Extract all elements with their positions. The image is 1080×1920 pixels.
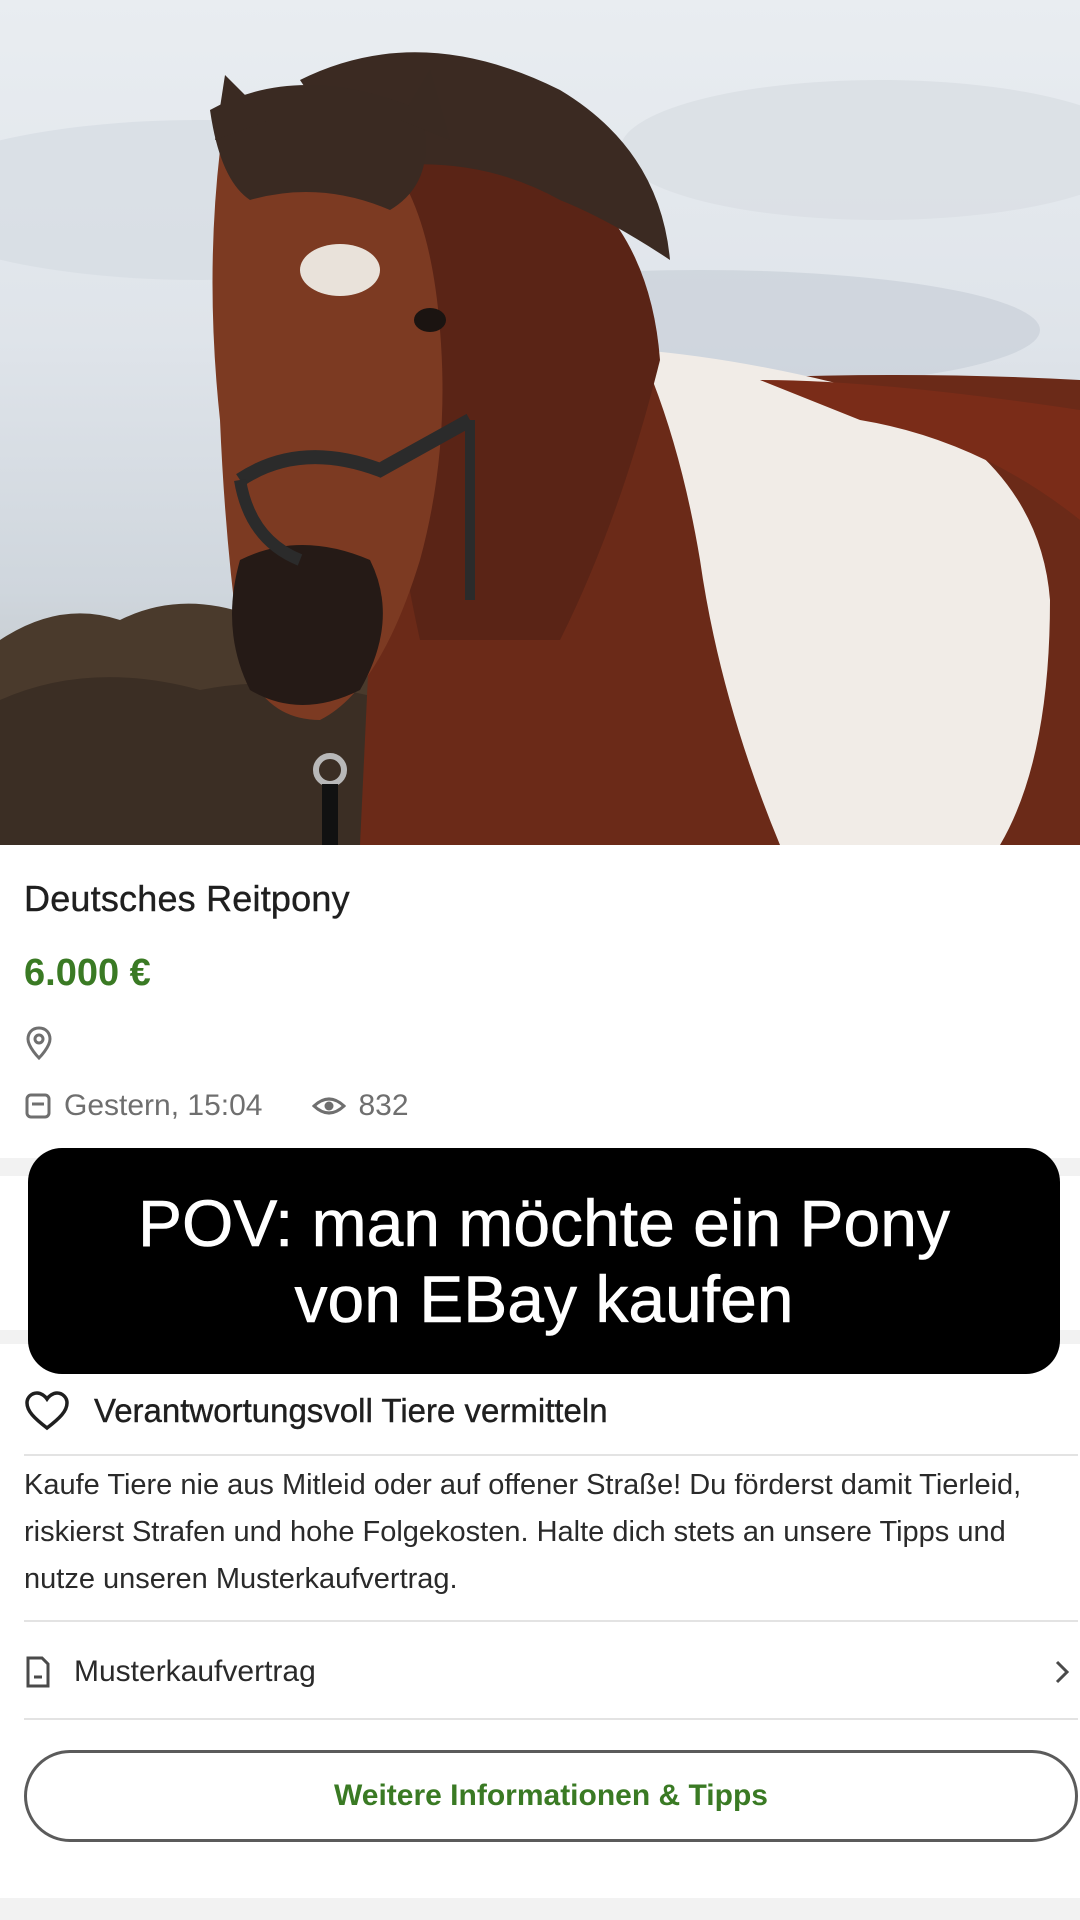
- divider-line: [24, 1620, 1078, 1622]
- caption-line-2: von EBay kaufen: [294, 1262, 794, 1337]
- document-icon: [26, 1656, 50, 1688]
- responsibility-heading: Verantwortungsvoll Tiere vermitteln: [94, 1392, 608, 1429]
- chevron-right-icon: [1055, 1660, 1070, 1684]
- more-info-tips-button[interactable]: Weitere Informationen & Tipps: [24, 1750, 1078, 1842]
- bottom-divider: [0, 1898, 1080, 1920]
- posted-date: Gestern, 15:04: [64, 1089, 263, 1122]
- listing-title: Deutsches Reitpony: [24, 878, 350, 919]
- listing-photo[interactable]: [0, 0, 1080, 845]
- pony-photo-illustration: [0, 52, 1080, 845]
- divider-line: [24, 1718, 1078, 1720]
- responsibility-heading-row: Verantwortungsvoll Tiere vermitteln: [24, 1384, 608, 1438]
- sample-contract-label: Musterkaufvertrag: [74, 1655, 316, 1688]
- location-row[interactable]: [24, 1025, 64, 1065]
- listing-page: Deutsches Reitpony 6.000 € Gestern, 15:0…: [0, 0, 1080, 1920]
- location-pin-icon: [26, 1026, 52, 1061]
- heart-icon: [25, 1391, 69, 1431]
- listing-meta: Gestern, 15:04 832: [24, 1086, 409, 1126]
- caption-line-1: POV: man möchte ein Pony: [138, 1186, 951, 1261]
- calendar-icon: [25, 1093, 51, 1119]
- listing-price: 6.000 €: [24, 952, 151, 994]
- divider-line: [24, 1454, 1078, 1456]
- sample-contract-link[interactable]: Musterkaufvertrag: [24, 1644, 1078, 1700]
- pov-caption-overlay: POV: man möchte ein Pony von EBay kaufen: [28, 1148, 1060, 1374]
- responsibility-text: Kaufe Tiere nie aus Mitleid oder auf off…: [24, 1469, 1022, 1595]
- view-count: 832: [358, 1089, 409, 1122]
- eye-icon: [312, 1097, 347, 1115]
